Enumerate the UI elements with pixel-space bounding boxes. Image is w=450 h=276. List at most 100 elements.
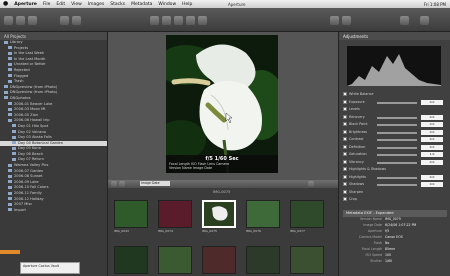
adjustment-slider[interactable] bbox=[377, 146, 417, 149]
loupe-tool-button[interactable] bbox=[198, 16, 207, 25]
thumbnail[interactable] bbox=[290, 246, 324, 274]
thumbnail[interactable] bbox=[202, 246, 236, 274]
stack-button[interactable] bbox=[342, 16, 351, 25]
search-icon[interactable] bbox=[308, 181, 314, 187]
adjustment-row[interactable]: Crop bbox=[343, 197, 447, 203]
thumbnail[interactable] bbox=[114, 246, 148, 274]
adjustment-value[interactable]: 0.0 bbox=[421, 114, 443, 120]
thumbnail[interactable] bbox=[114, 200, 148, 228]
straighten-tool-button[interactable] bbox=[186, 16, 195, 25]
thumbnail[interactable] bbox=[158, 200, 192, 228]
enable-checkbox[interactable] bbox=[343, 99, 347, 104]
adjustment-row[interactable]: Highlights 0.0 bbox=[343, 174, 447, 181]
crop-tool-button[interactable] bbox=[174, 16, 183, 25]
image-viewer[interactable]: f/5 1/60 Sec Focal Length ISO Flash Lens… bbox=[108, 32, 338, 180]
sort-select[interactable]: Image Date bbox=[140, 181, 170, 186]
adjustment-row[interactable]: Recovery 0.0 bbox=[343, 114, 447, 121]
enable-checkbox[interactable] bbox=[343, 159, 347, 164]
adjustment-row[interactable]: Black Point 0.0 bbox=[343, 122, 447, 128]
adjustment-row[interactable]: Exposure 0.0 bbox=[343, 99, 447, 106]
adjustment-slider[interactable] bbox=[377, 161, 417, 164]
adjustment-row[interactable]: Definition 0.0 bbox=[343, 144, 447, 151]
adjustment-value[interactable]: 0.0 bbox=[421, 99, 443, 105]
adjustment-slider[interactable] bbox=[377, 139, 417, 141]
menu-view[interactable]: View bbox=[71, 2, 82, 7]
menu-window[interactable]: Window bbox=[158, 2, 176, 7]
inspector-header[interactable]: Adjustments bbox=[339, 32, 450, 40]
rotate-left-button[interactable] bbox=[150, 16, 159, 25]
project-row-label: Unrated or Better bbox=[14, 62, 46, 67]
view-mode-button[interactable] bbox=[60, 16, 69, 25]
adjustment-row[interactable]: White Balance bbox=[343, 92, 447, 98]
thumbnail[interactable] bbox=[202, 200, 236, 228]
enable-checkbox[interactable] bbox=[343, 122, 347, 126]
enable-checkbox[interactable] bbox=[343, 167, 347, 171]
adjustment-slider[interactable] bbox=[377, 131, 417, 134]
enable-checkbox[interactable] bbox=[343, 137, 347, 141]
adjustment-value[interactable]: 0.0 bbox=[421, 137, 443, 142]
enable-checkbox[interactable] bbox=[343, 197, 347, 201]
adjustment-row[interactable]: Brightness 0.0 bbox=[343, 129, 447, 136]
menu-images[interactable]: Images bbox=[88, 2, 104, 7]
adjustment-row[interactable]: Contrast 0.0 bbox=[343, 137, 447, 143]
thumbnail[interactable] bbox=[290, 200, 324, 228]
adjustment-value[interactable]: 1.0 bbox=[421, 152, 443, 157]
list-view-icon[interactable] bbox=[119, 181, 125, 187]
enable-checkbox[interactable] bbox=[343, 144, 347, 149]
menu-file[interactable]: File bbox=[43, 2, 51, 7]
menu-clock: Fri 1:08 PM bbox=[423, 1, 446, 7]
project-row[interactable]: Import bbox=[0, 208, 107, 214]
adjustment-slider[interactable] bbox=[377, 116, 417, 119]
thumbnail[interactable] bbox=[246, 200, 280, 228]
adjustment-slider[interactable] bbox=[377, 124, 417, 126]
adjustment-value[interactable]: 0.0 bbox=[421, 144, 443, 150]
main-photo[interactable]: f/5 1/60 Sec Focal Length ISO Flash Lens… bbox=[166, 35, 278, 173]
metadata-value[interactable]: 6/24/06 1:07:22 PM bbox=[385, 223, 416, 229]
menu-edit[interactable]: Edit bbox=[56, 2, 65, 7]
adjustment-slider[interactable] bbox=[377, 176, 417, 179]
adjustment-value[interactable]: 0.0 bbox=[421, 182, 443, 187]
app-menu[interactable]: Aperture bbox=[14, 2, 37, 7]
inspector-toggle-button[interactable] bbox=[16, 16, 25, 25]
adjustment-value[interactable]: 0.0 bbox=[421, 129, 443, 135]
menu-metadata[interactable]: Metadata bbox=[131, 2, 152, 7]
projects-panel-header[interactable]: All Projects bbox=[0, 32, 107, 40]
adjustment-label: Vibrancy bbox=[349, 159, 364, 164]
adjustment-value[interactable]: 0.0 bbox=[421, 122, 443, 127]
enable-checkbox[interactable] bbox=[343, 92, 347, 96]
enable-checkbox[interactable] bbox=[343, 189, 347, 194]
menu-help[interactable]: Help bbox=[182, 2, 192, 7]
menu-stacks[interactable]: Stacks bbox=[110, 2, 125, 7]
adjustment-slider[interactable] bbox=[377, 154, 417, 156]
adjustment-slider[interactable] bbox=[377, 184, 417, 186]
enable-checkbox[interactable] bbox=[343, 182, 347, 186]
rotate-right-button[interactable] bbox=[162, 16, 171, 25]
fullscreen-button[interactable] bbox=[72, 16, 81, 25]
adjustment-value[interactable]: 0.0 bbox=[421, 174, 443, 180]
thumbnail[interactable] bbox=[158, 246, 192, 274]
lift-stamp-button[interactable] bbox=[400, 16, 409, 25]
thumbnail[interactable] bbox=[246, 246, 280, 274]
vault-status[interactable]: Aperture Cactus Vault bbox=[20, 262, 80, 274]
enable-checkbox[interactable] bbox=[343, 107, 347, 111]
apple-menu-icon[interactable]: ● bbox=[3, 1, 8, 7]
adjustment-value[interactable]: 0.0 bbox=[421, 159, 443, 165]
enable-checkbox[interactable] bbox=[343, 129, 347, 134]
adjustment-row[interactable]: Saturation 1.0 bbox=[343, 152, 447, 158]
enable-checkbox[interactable] bbox=[343, 152, 347, 156]
enable-checkbox[interactable] bbox=[343, 174, 347, 179]
hud-button[interactable] bbox=[420, 16, 429, 25]
adjustment-row[interactable]: Levels bbox=[343, 107, 447, 113]
browser-toggle-button[interactable] bbox=[28, 16, 37, 25]
metadata-header[interactable]: Metadata EXIF - Expanded bbox=[343, 210, 447, 217]
adjustment-row[interactable]: Sharpen bbox=[343, 189, 447, 196]
adjustment-row[interactable]: Vibrancy 0.0 bbox=[343, 159, 447, 166]
adjustment-slider[interactable] bbox=[377, 101, 417, 104]
compare-button[interactable] bbox=[330, 16, 339, 25]
grid-view-icon[interactable] bbox=[111, 181, 117, 187]
adjustment-row[interactable]: Shadows 0.0 bbox=[343, 182, 447, 188]
enable-checkbox[interactable] bbox=[343, 114, 347, 119]
metadata-value[interactable]: 1/60 bbox=[385, 259, 392, 265]
window-close-icon[interactable] bbox=[4, 16, 13, 25]
adjustment-row[interactable]: Highlights & Shadows bbox=[343, 167, 447, 173]
